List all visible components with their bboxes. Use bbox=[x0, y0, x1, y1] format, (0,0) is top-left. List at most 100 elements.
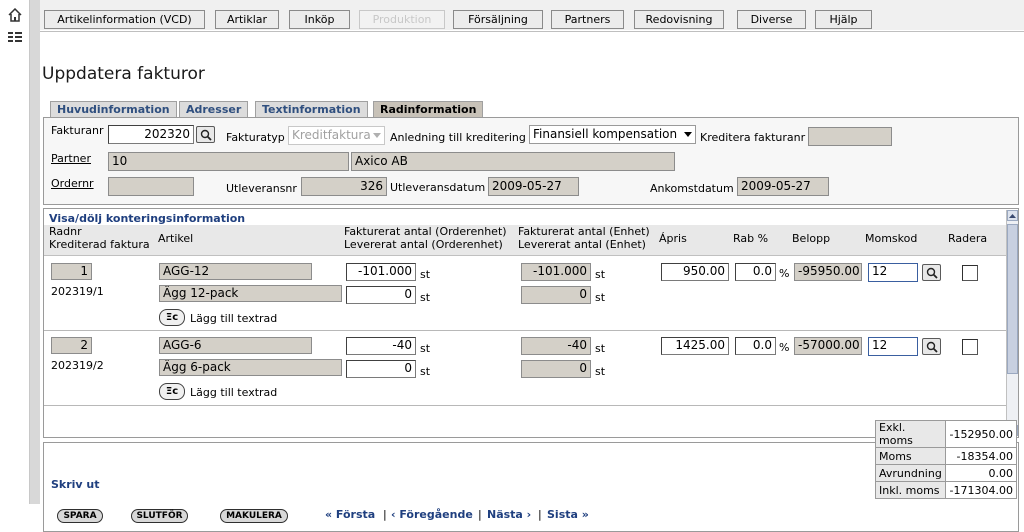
pager-separator: | bbox=[383, 508, 387, 521]
pager-last[interactable]: Sista » bbox=[547, 508, 589, 521]
row2-percent: % bbox=[779, 341, 790, 354]
total-value: -18354.00 bbox=[945, 447, 1017, 465]
row2-momskod-field[interactable]: 12 bbox=[868, 337, 918, 356]
row1-lev-order-field[interactable]: 0 bbox=[346, 286, 416, 304]
header-panel: Fakturanr 202320 Fakturatyp Kreditfaktur… bbox=[43, 117, 1019, 205]
row1-lev-enhet: 0 bbox=[521, 286, 591, 304]
row2-add-text-label[interactable]: Lägg till textrad bbox=[190, 386, 277, 399]
nav-tab-produktion: Produktion bbox=[359, 10, 445, 29]
row2-rab-field[interactable]: 0.0 bbox=[735, 337, 776, 355]
row1-radera-checkbox[interactable] bbox=[962, 265, 978, 281]
nav-tab-redovisning[interactable]: Redovisning bbox=[634, 10, 724, 29]
fakturanr-search-button[interactable] bbox=[196, 126, 215, 143]
subtab-huvudinformation[interactable]: Huvudinformation bbox=[50, 101, 177, 117]
pager-separator: | bbox=[478, 508, 482, 521]
totals-row: Avrundning 0.00 bbox=[875, 464, 1017, 482]
row1-percent: % bbox=[779, 267, 790, 280]
row1-artikel: AGG-12 bbox=[159, 263, 312, 280]
top-navigation: Artikelinformation (VCD) Artiklar Inköp … bbox=[40, 0, 1024, 32]
row1-rab-field[interactable]: 0.0 bbox=[735, 263, 776, 281]
total-value: 0.00 bbox=[945, 464, 1017, 482]
pager-first[interactable]: « Första bbox=[325, 508, 375, 521]
anledning-label: Anledning till kreditering bbox=[390, 131, 526, 144]
ordernr-label: Ordernr bbox=[51, 177, 94, 190]
subtab-radinformation[interactable]: Radinformation bbox=[373, 101, 484, 117]
pager-separator: | bbox=[538, 508, 542, 521]
col-lev-enhet: Levererat antal (Enhet) bbox=[518, 238, 646, 251]
row2-momskod-search-button[interactable] bbox=[922, 338, 941, 355]
page-title: Uppdatera fakturor bbox=[42, 64, 205, 84]
toggle-accounting-link[interactable]: Visa/dölj konteringsinformation bbox=[49, 212, 245, 225]
fakturanr-field[interactable]: 202320 bbox=[108, 125, 194, 144]
nav-tab-diverse[interactable]: Diverse bbox=[737, 10, 806, 29]
home-icon[interactable] bbox=[8, 7, 22, 22]
pager-previous[interactable]: ‹ Föregående bbox=[391, 508, 473, 521]
row2-apris-field[interactable]: 1425.00 bbox=[661, 337, 729, 355]
ankomstdatum-field: 2009-05-27 bbox=[737, 177, 829, 196]
row-separator bbox=[44, 405, 1006, 406]
row1-ref: 202319/1 bbox=[51, 285, 104, 298]
nav-tab-artikelinformation[interactable]: Artikelinformation (VCD) bbox=[44, 10, 205, 29]
row2-fakt-enhet: -40 bbox=[521, 337, 591, 355]
total-label: Moms bbox=[875, 447, 946, 465]
row1-benamning: Ägg 12-pack bbox=[159, 285, 342, 302]
total-label: Inkl. moms bbox=[875, 481, 946, 499]
row2-fakt-order-field[interactable]: -40 bbox=[346, 337, 416, 355]
nav-tab-inkop[interactable]: Inköp bbox=[289, 10, 350, 29]
row1-fakt-order-field[interactable]: -101.000 bbox=[346, 263, 416, 281]
total-label: Avrundning bbox=[875, 464, 946, 482]
fakturatyp-label: Fakturatyp bbox=[226, 131, 285, 144]
row1-unit-4: st bbox=[595, 291, 606, 304]
left-rail bbox=[0, 0, 30, 504]
totals-row: Moms -18354.00 bbox=[875, 447, 1017, 465]
subtab-textinformation[interactable]: Textinformation bbox=[255, 101, 368, 117]
void-button[interactable]: MAKULERA bbox=[220, 509, 288, 523]
row-separator bbox=[44, 330, 1006, 331]
kreditera-field bbox=[808, 127, 892, 146]
rows-panel: Visa/dölj konteringsinformation Radnr Kr… bbox=[43, 208, 1019, 438]
menu-list-icon[interactable] bbox=[8, 31, 22, 45]
utleveransnr-field: 326 bbox=[301, 177, 387, 196]
row2-unit-2: st bbox=[420, 365, 431, 378]
total-value: -171304.00 bbox=[945, 481, 1017, 499]
row1-momskod-field[interactable]: 12 bbox=[868, 263, 918, 282]
row1-momskod-search-button[interactable] bbox=[922, 264, 941, 281]
anledning-select[interactable]: Finansiell kompensation bbox=[529, 125, 696, 144]
scroll-up-button[interactable] bbox=[1007, 210, 1018, 221]
chevron-down-icon bbox=[373, 133, 381, 138]
partner-id-field: 10 bbox=[108, 152, 349, 171]
utleveransnr-label: Utleveransnr bbox=[226, 182, 297, 195]
totals-table: Exkl. moms -152950.00 Moms -18354.00 Avrun… bbox=[875, 420, 1017, 499]
row2-add-text-button[interactable]: Ξc bbox=[159, 383, 185, 400]
row1-add-text-button[interactable]: Ξc bbox=[159, 309, 185, 326]
nav-tab-hjalp[interactable]: Hjälp bbox=[815, 10, 872, 29]
footer-panel: Skriv ut SPARA SLUTFÖR MAKULERA « Första… bbox=[43, 442, 1019, 532]
row2-lev-enhet: 0 bbox=[521, 360, 591, 378]
ordernr-field bbox=[108, 177, 194, 196]
row1-fakt-enhet: -101.000 bbox=[521, 263, 591, 281]
row2-radera-checkbox[interactable] bbox=[962, 339, 978, 355]
partner-name-field: Axico AB bbox=[351, 152, 675, 171]
nav-tab-forsaljning[interactable]: Försäljning bbox=[453, 10, 543, 29]
row1-apris-field[interactable]: 950.00 bbox=[661, 263, 729, 281]
magnifier-icon bbox=[200, 129, 212, 141]
row2-lev-order-field[interactable]: 0 bbox=[346, 360, 416, 378]
col-belopp: Belopp bbox=[792, 232, 831, 245]
row1-unit-1: st bbox=[420, 268, 431, 281]
nav-tab-partners[interactable]: Partners bbox=[551, 10, 624, 29]
print-link[interactable]: Skriv ut bbox=[51, 478, 100, 491]
row1-belopp: -95950.00 bbox=[794, 263, 862, 281]
chevron-down-icon bbox=[684, 132, 692, 137]
save-button[interactable]: SPARA bbox=[57, 509, 103, 523]
col-momskod: Momskod bbox=[865, 232, 918, 245]
scroll-thumb[interactable] bbox=[1007, 224, 1018, 374]
rows-scrollbar[interactable] bbox=[1006, 210, 1018, 436]
finish-button[interactable]: SLUTFÖR bbox=[131, 509, 188, 523]
ankomstdatum-label: Ankomstdatum bbox=[650, 182, 734, 195]
pager-next[interactable]: Nästa › bbox=[487, 508, 531, 521]
fakturatyp-select: Kreditfaktura bbox=[288, 126, 385, 145]
nav-tab-artiklar[interactable]: Artiklar bbox=[215, 10, 279, 29]
row2-belopp: -57000.00 bbox=[794, 337, 862, 355]
row1-add-text-label[interactable]: Lägg till textrad bbox=[190, 312, 277, 325]
subtab-adresser[interactable]: Adresser bbox=[179, 101, 249, 117]
